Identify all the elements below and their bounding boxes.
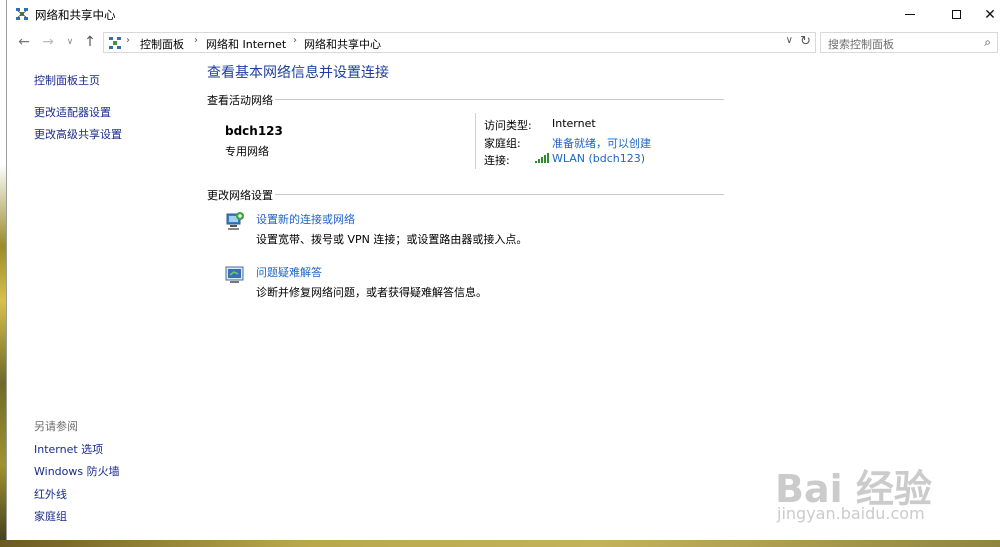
- baidu-jingyan-watermark: Bai 经验 jingyan.baidu.com: [775, 458, 995, 534]
- change-advanced-sharing-link[interactable]: 更改高级共享设置: [34, 126, 122, 142]
- title-bar: 网络和共享中心 ✕: [7, 0, 1000, 29]
- desktop-background-bottom: [0, 540, 1000, 547]
- breadcrumb-network-internet[interactable]: 网络和 Internet: [206, 36, 286, 52]
- section-divider: [275, 99, 724, 100]
- navigation-bar: ← → ∨ ↑ › 控制面板 › 网络和 Internet › 网络和共享中心 …: [7, 29, 1000, 56]
- see-also-heading: 另请参阅: [34, 420, 78, 433]
- maximize-icon: [951, 10, 961, 19]
- search-placeholder: 搜索控制面板: [828, 38, 894, 51]
- wlan-connection-link[interactable]: WLAN (bdch123): [552, 152, 645, 165]
- new-connection-icon: [226, 212, 244, 230]
- active-networks-heading: 查看活动网络: [207, 94, 273, 107]
- breadcrumb-control-panel[interactable]: 控制面板: [140, 36, 184, 52]
- address-bar[interactable]: › 控制面板 › 网络和 Internet › 网络和共享中心 ∨ ↻: [103, 32, 816, 53]
- search-icon[interactable]: ⌕: [984, 35, 991, 50]
- refresh-icon[interactable]: ↻: [800, 34, 811, 49]
- homegroup-label: 家庭组:: [484, 137, 521, 150]
- change-settings-heading: 更改网络设置: [207, 189, 273, 202]
- breadcrumb-separator-icon[interactable]: ›: [126, 35, 130, 46]
- forward-button[interactable]: →: [40, 33, 56, 51]
- vertical-divider: [475, 113, 476, 169]
- breadcrumb-network-sharing-center[interactable]: 网络和共享中心: [304, 36, 381, 52]
- page-title: 查看基本网络信息并设置连接: [207, 65, 389, 81]
- troubleshoot-icon: [225, 266, 244, 283]
- explorer-window: 网络和共享中心 ✕ ← → ∨ ↑ › 控制面板 › 网络和 Internet …: [6, 0, 1000, 540]
- change-adapter-settings-link[interactable]: 更改适配器设置: [34, 104, 111, 120]
- back-button[interactable]: ←: [16, 33, 32, 51]
- recent-locations-button[interactable]: ∨: [65, 33, 75, 51]
- network-center-icon: [109, 37, 121, 49]
- infrared-link[interactable]: 红外线: [34, 486, 67, 502]
- access-type-value: Internet: [552, 117, 596, 130]
- access-type-label: 访问类型:: [484, 119, 532, 132]
- troubleshoot-link[interactable]: 问题疑难解答: [256, 264, 322, 280]
- connection-label: 连接:: [484, 154, 510, 167]
- minimize-button[interactable]: [887, 0, 933, 29]
- chevron-down-icon[interactable]: ∨: [786, 35, 793, 46]
- troubleshoot-description: 诊断并修复网络问题，或者获得疑难解答信息。: [256, 286, 487, 299]
- network-profile-type[interactable]: 专用网络: [225, 143, 269, 159]
- close-button[interactable]: ✕: [979, 0, 1000, 29]
- internet-options-link[interactable]: Internet 选项: [34, 441, 103, 457]
- close-icon: ✕: [984, 6, 996, 23]
- control-panel-home-link[interactable]: 控制面板主页: [34, 72, 100, 88]
- homegroup-link[interactable]: 家庭组: [34, 508, 67, 524]
- wifi-signal-icon: [535, 153, 549, 163]
- network-name: bdch123: [225, 124, 283, 138]
- section-divider: [275, 194, 724, 195]
- setup-new-connection-description: 设置宽带、拨号或 VPN 连接；或设置路由器或接入点。: [256, 233, 528, 246]
- window-title: 网络和共享中心: [35, 8, 116, 22]
- breadcrumb-separator-icon[interactable]: ›: [293, 35, 297, 46]
- setup-new-connection-link[interactable]: 设置新的连接或网络: [256, 211, 355, 227]
- minimize-icon: [905, 14, 915, 15]
- windows-firewall-link[interactable]: Windows 防火墙: [34, 463, 120, 479]
- search-input[interactable]: 搜索控制面板 ⌕: [820, 32, 998, 53]
- network-center-icon: [16, 8, 28, 20]
- watermark-url: jingyan.baidu.com: [777, 504, 925, 523]
- homegroup-status-link[interactable]: 准备就绪，可以创建: [552, 135, 651, 151]
- up-button[interactable]: ↑: [83, 33, 97, 51]
- maximize-button[interactable]: [933, 0, 979, 29]
- breadcrumb-separator-icon[interactable]: ›: [194, 35, 198, 46]
